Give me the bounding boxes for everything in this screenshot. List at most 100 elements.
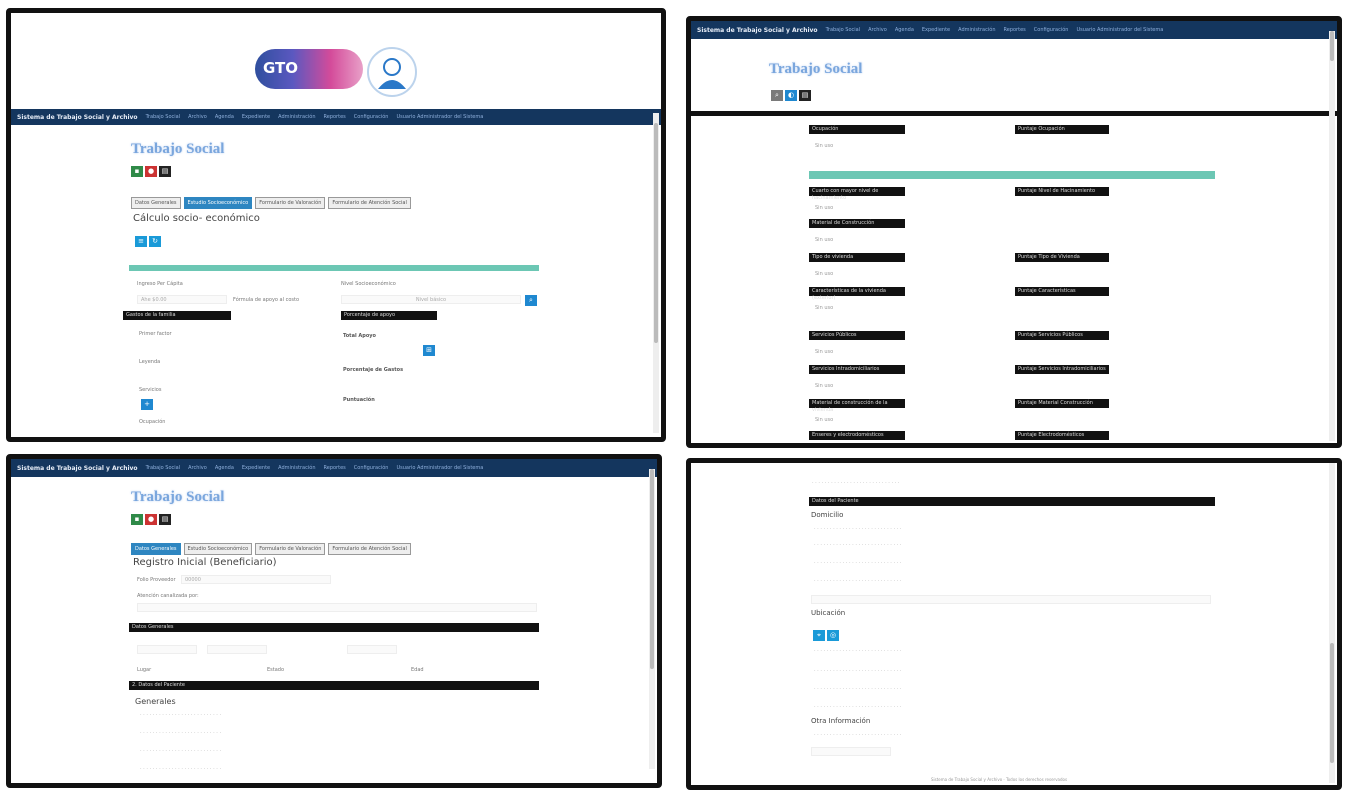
- navbar-brand[interactable]: Sistema de Trabajo Social y Archivo: [17, 114, 138, 121]
- left-field-value[interactable]: Sin uso: [815, 271, 833, 277]
- ingreso-field[interactable]: Ahe $0.00: [137, 295, 227, 304]
- nav-link[interactable]: Agenda: [895, 27, 914, 33]
- datos-paciente-header: 2. Datos del Paciente: [129, 681, 539, 690]
- map-button[interactable]: ⌖: [813, 630, 825, 641]
- right-field-label: Puntaje Nivel de Hacinamiento: [1015, 187, 1109, 196]
- left-field-value[interactable]: Sin uso: [815, 305, 833, 311]
- tab-estudio[interactable]: Estudio Socioeconómico: [183, 197, 253, 209]
- left-field-value[interactable]: Sin uso: [815, 417, 833, 423]
- tab-datos-generales[interactable]: Datos Generales: [131, 543, 181, 555]
- left-field-value[interactable]: Sin uso: [815, 237, 833, 243]
- delete-button[interactable]: ●: [145, 166, 157, 177]
- gastos-header: Gastos de la familia: [123, 311, 231, 320]
- puntuacion-label: Puntuación: [343, 397, 375, 403]
- left-field-value[interactable]: Sin uso: [815, 383, 833, 389]
- folio-field[interactable]: 00000: [181, 575, 331, 584]
- navbar: Sistema de Trabajo Social y Archivo Trab…: [11, 459, 657, 477]
- info-button[interactable]: ◐: [785, 90, 797, 101]
- nav-link[interactable]: Configuración: [1034, 27, 1069, 33]
- right-field-label: Puntaje Características: [1015, 287, 1109, 296]
- row-generales-2: · · · · · · · · · · · · · · · · · · · · …: [140, 730, 222, 736]
- ocupacion-label: Ocupación: [139, 419, 166, 425]
- field-2[interactable]: [207, 645, 267, 654]
- ingreso-value: $0.00: [152, 297, 167, 303]
- teal-divider: [809, 171, 1215, 179]
- nav-link[interactable]: Administración: [278, 465, 315, 471]
- page-title: Trabajo Social: [131, 141, 225, 157]
- nav-link[interactable]: Administración: [958, 27, 995, 33]
- nav-link[interactable]: Expediente: [922, 27, 950, 33]
- scrollbar[interactable]: [1329, 463, 1335, 783]
- tab-estudio[interactable]: Estudio Socioeconómico: [183, 543, 253, 555]
- divider: [691, 111, 1337, 116]
- locate-button[interactable]: ◎: [827, 630, 839, 641]
- tab-atencion[interactable]: Formulario de Atención Social: [328, 543, 411, 555]
- print-button[interactable]: ▤: [159, 514, 171, 525]
- print-button[interactable]: ▤: [159, 166, 171, 177]
- right-field-label: Puntaje Material Construcción: [1015, 399, 1109, 408]
- tab-bar: Datos Generales Estudio Socioeconómico For…: [131, 189, 414, 209]
- porcentaje-label: Porcentaje de Gastos: [343, 367, 404, 373]
- estado-label: Estado: [267, 667, 285, 673]
- nav-link[interactable]: Administración: [278, 114, 315, 120]
- lugar-label: Lugar: [137, 667, 152, 673]
- search-icon[interactable]: ⌕: [771, 90, 783, 101]
- save-button[interactable]: ▪: [131, 166, 143, 177]
- row-otra-2[interactable]: [811, 747, 891, 756]
- ingreso-prefix: Ahe: [141, 297, 151, 303]
- navbar-brand[interactable]: Sistema de Trabajo Social y Archivo: [697, 27, 818, 34]
- refresh-button[interactable]: ↻: [149, 236, 161, 247]
- nav-link[interactable]: Usuario Administrador del Sistema: [1076, 27, 1163, 33]
- nav-link[interactable]: Expediente: [242, 114, 270, 120]
- scrollbar[interactable]: [653, 113, 659, 433]
- section-heading: Cálculo socio- económico: [133, 213, 260, 224]
- nav-link[interactable]: Trabajo Social: [146, 114, 181, 120]
- row-dom-2: · · · · · · · · · · · · · · · · · · · · …: [814, 542, 902, 548]
- nav-link[interactable]: Reportes: [324, 465, 346, 471]
- nivel-field[interactable]: Nivel básico: [341, 295, 521, 304]
- field-3[interactable]: [347, 645, 397, 654]
- row-dom-5[interactable]: [811, 595, 1211, 604]
- nav-link[interactable]: Usuario Administrador del Sistema: [396, 465, 483, 471]
- nav-link[interactable]: Reportes: [1004, 27, 1026, 33]
- left-field-value[interactable]: Sin uso: [815, 205, 833, 211]
- nav-link[interactable]: Reportes: [324, 114, 346, 120]
- gto-logo: GTO: [255, 49, 363, 89]
- row-generales-3: · · · · · · · · · · · · · · · · · · · · …: [140, 748, 222, 754]
- row-ub-1: · · · · · · · · · · · · · · · · · · · · …: [814, 648, 902, 654]
- print-button[interactable]: ▤: [799, 90, 811, 101]
- scrollbar[interactable]: [1329, 31, 1335, 441]
- save-button[interactable]: ▪: [131, 514, 143, 525]
- calc-icon[interactable]: ⊞: [423, 345, 435, 356]
- search-icon[interactable]: ⌕: [525, 295, 537, 306]
- nav-link[interactable]: Agenda: [215, 114, 234, 120]
- nav-link[interactable]: Usuario Administrador del Sistema: [396, 114, 483, 120]
- calc-button[interactable]: ≡: [135, 236, 147, 247]
- tab-valoracion[interactable]: Formulario de Valoración: [255, 543, 326, 555]
- generales-heading: Generales: [135, 697, 176, 706]
- nav-link[interactable]: Agenda: [215, 465, 234, 471]
- atencion-select[interactable]: [137, 603, 537, 612]
- nav-link[interactable]: Trabajo Social: [146, 465, 181, 471]
- folio-label: Folio Proveedor: [137, 577, 176, 583]
- add-button[interactable]: +: [141, 399, 153, 410]
- tab-valoracion[interactable]: Formulario de Valoración: [255, 197, 326, 209]
- tab-atencion[interactable]: Formulario de Atención Social: [328, 197, 411, 209]
- navbar-brand[interactable]: Sistema de Trabajo Social y Archivo: [17, 465, 138, 472]
- scrollbar[interactable]: [649, 469, 655, 769]
- delete-button[interactable]: ●: [145, 514, 157, 525]
- panel-socioeconomic: GTO Sistema de Trabajo Social y Archivo …: [6, 8, 666, 442]
- nav-link[interactable]: Archivo: [188, 465, 207, 471]
- nav-link[interactable]: Archivo: [188, 114, 207, 120]
- nav-link[interactable]: Expediente: [242, 465, 270, 471]
- nav-link[interactable]: Configuración: [354, 114, 389, 120]
- leyenda-label: Leyenda: [139, 359, 161, 365]
- tab-datos-generales[interactable]: Datos Generales: [131, 197, 181, 209]
- row-ub-2: · · · · · · · · · · · · · · · · · · · · …: [814, 668, 902, 674]
- left-field-value[interactable]: Sin uso: [815, 143, 833, 149]
- left-field-value[interactable]: Sin uso: [815, 349, 833, 355]
- field-1[interactable]: [137, 645, 197, 654]
- nav-link[interactable]: Configuración: [354, 465, 389, 471]
- nav-link[interactable]: Trabajo Social: [826, 27, 861, 33]
- nav-link[interactable]: Archivo: [868, 27, 887, 33]
